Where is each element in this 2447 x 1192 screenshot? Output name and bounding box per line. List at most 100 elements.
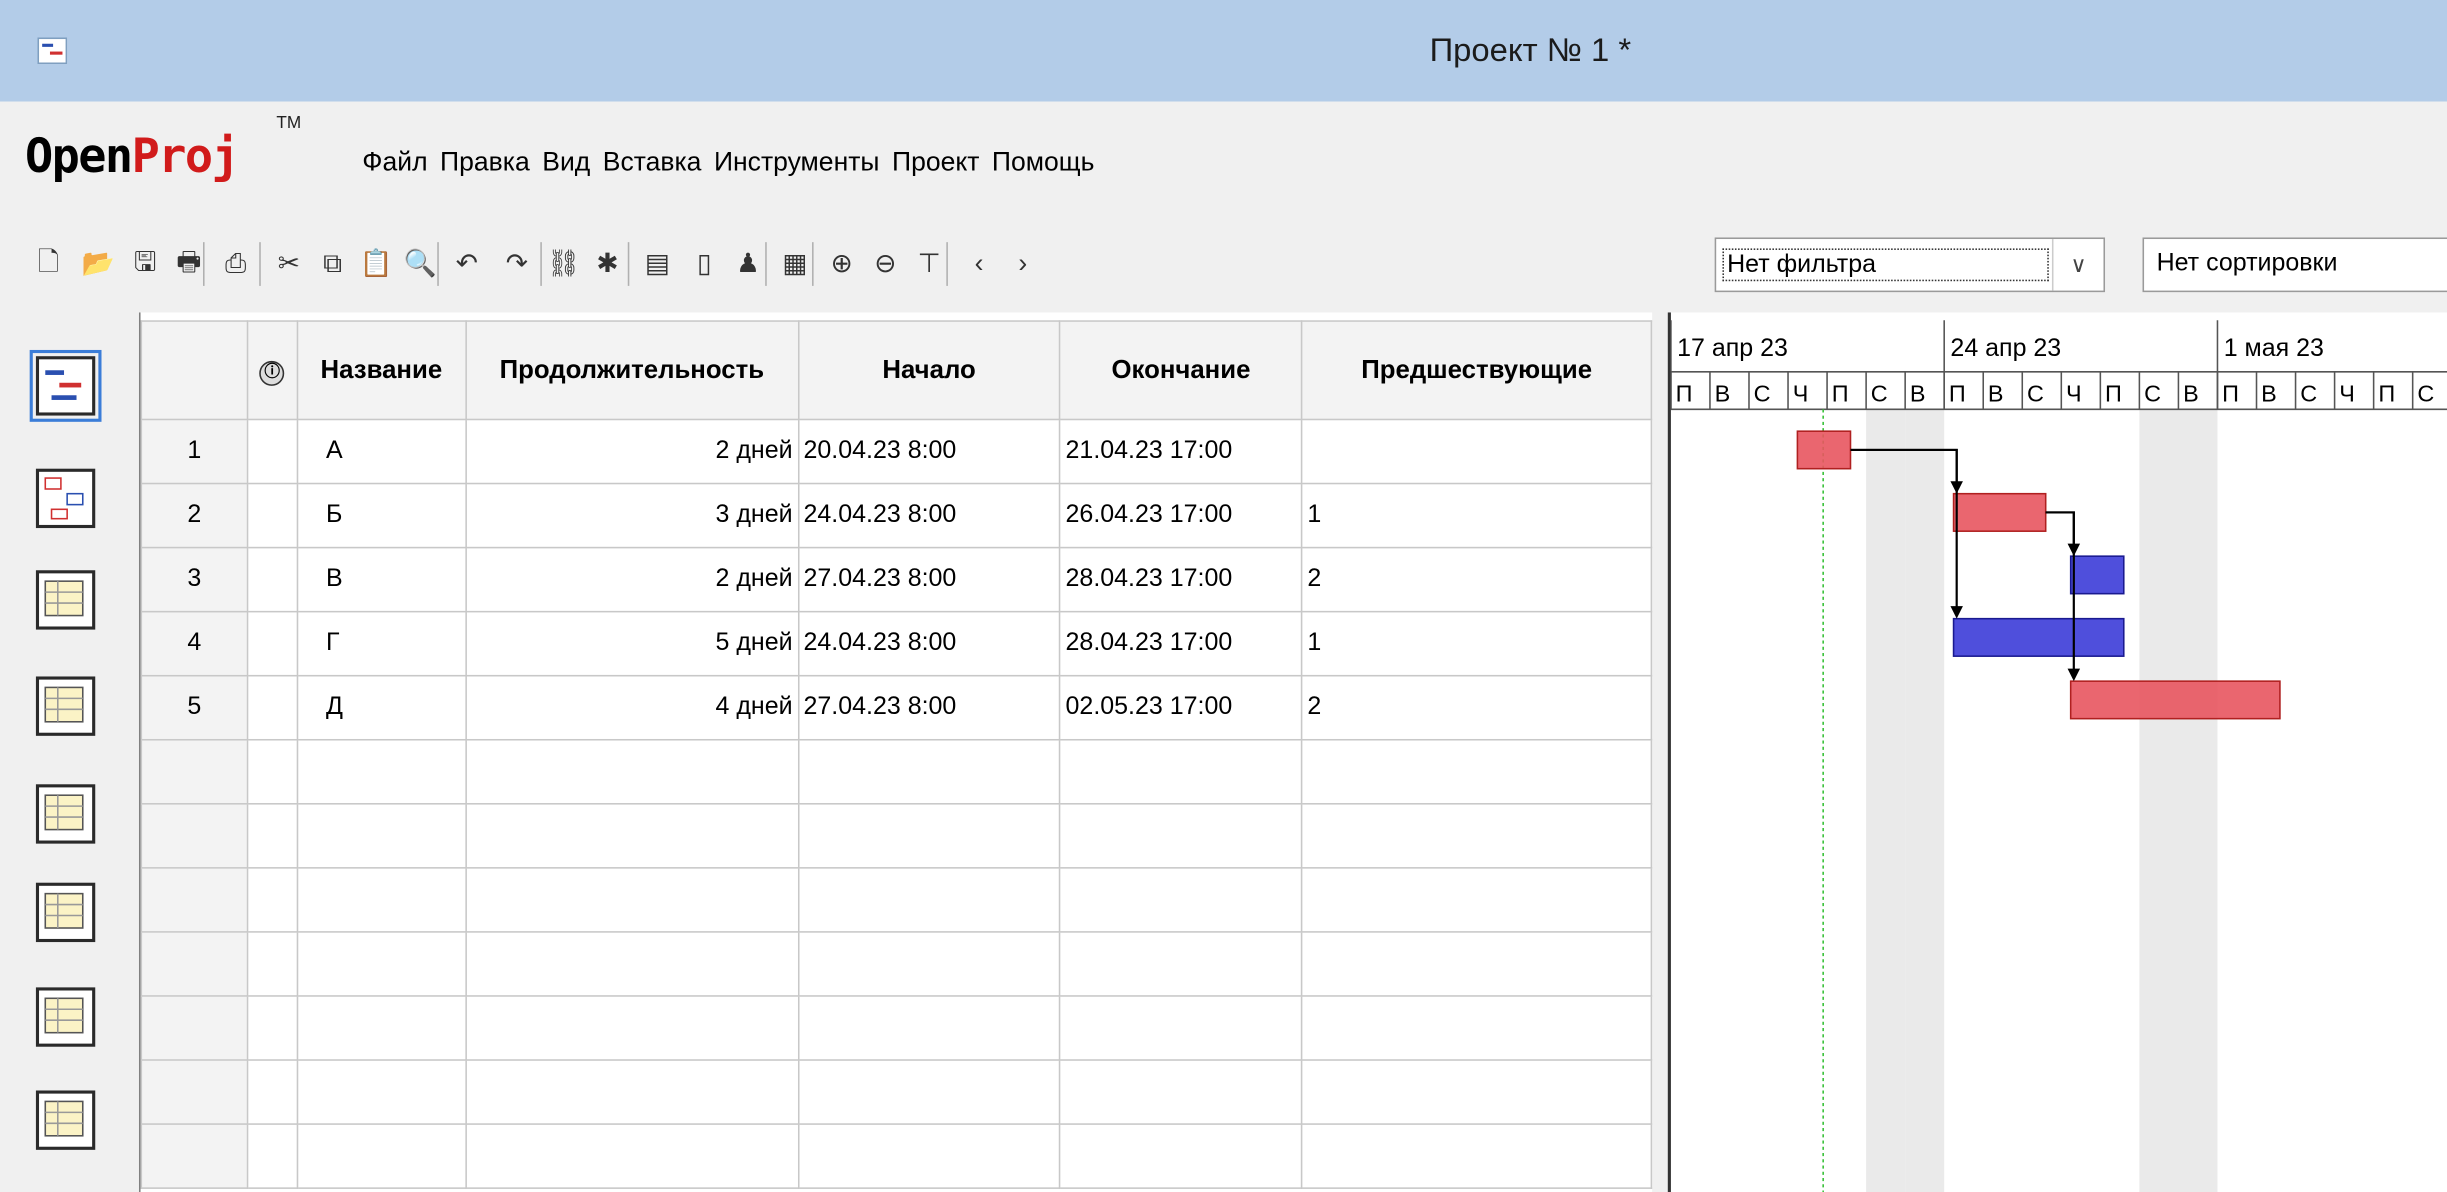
new-document-icon[interactable]: 🗋 bbox=[31, 245, 65, 282]
start-cell[interactable] bbox=[797, 867, 1061, 933]
row-number-cell[interactable] bbox=[140, 995, 249, 1061]
task-info-icon[interactable]: ▤ bbox=[640, 245, 674, 282]
table-row[interactable] bbox=[140, 995, 1653, 1061]
start-cell[interactable] bbox=[797, 738, 1061, 805]
rbs-view-icon[interactable] bbox=[35, 784, 96, 844]
row-number-cell[interactable]: 1 bbox=[140, 418, 249, 485]
save-icon[interactable]: 🖫 bbox=[128, 245, 162, 282]
duration-cell[interactable] bbox=[464, 931, 799, 997]
indicator-cell[interactable] bbox=[246, 867, 298, 933]
row-number-cell[interactable] bbox=[140, 803, 249, 869]
predecessors-cell[interactable] bbox=[1301, 418, 1653, 485]
start-header[interactable]: Начало bbox=[797, 320, 1061, 421]
scroll-left-icon[interactable]: ‹ bbox=[962, 245, 996, 282]
network-view-icon[interactable] bbox=[35, 468, 96, 529]
predecessors-cell[interactable] bbox=[1301, 1059, 1653, 1125]
menu-item-0[interactable]: Файл bbox=[362, 147, 427, 178]
menu-item-1[interactable]: Правка bbox=[440, 147, 530, 178]
task-name-cell[interactable]: Б bbox=[296, 482, 467, 549]
indicator-cell[interactable] bbox=[246, 482, 298, 549]
finish-header[interactable]: Окончание bbox=[1059, 320, 1303, 421]
task-name-cell[interactable] bbox=[296, 738, 467, 805]
menu-item-6[interactable]: Помощь bbox=[992, 147, 1095, 178]
duration-cell[interactable] bbox=[464, 803, 799, 869]
assign-resource-icon[interactable]: ♟ bbox=[731, 245, 765, 282]
menu-item-2[interactable]: Вид bbox=[542, 147, 590, 178]
finish-cell[interactable]: 21.04.23 17:00 bbox=[1059, 418, 1303, 485]
finish-cell[interactable] bbox=[1059, 931, 1303, 997]
task-name-cell[interactable] bbox=[296, 867, 467, 933]
predecessors-cell[interactable] bbox=[1301, 738, 1653, 805]
chevron-down-icon[interactable]: ∨ bbox=[2051, 239, 2104, 291]
menu-item-4[interactable]: Инструменты bbox=[714, 147, 880, 178]
duration-cell[interactable]: 2 дней bbox=[464, 546, 799, 613]
finish-cell[interactable]: 26.04.23 17:00 bbox=[1059, 482, 1303, 549]
start-cell[interactable]: 20.04.23 8:00 bbox=[797, 418, 1061, 485]
cut-icon[interactable]: ✂ bbox=[272, 245, 306, 282]
start-cell[interactable] bbox=[797, 803, 1061, 869]
start-cell[interactable]: 24.04.23 8:00 bbox=[797, 482, 1061, 549]
table-row[interactable]: 4Г5 дней 24.04.23 8:00 28.04.23 17:00 1 bbox=[140, 610, 1653, 677]
duration-cell[interactable] bbox=[464, 738, 799, 805]
unlink-icon[interactable]: ✱ bbox=[590, 245, 624, 282]
resource-usage-icon[interactable] bbox=[35, 1090, 96, 1150]
indicator-cell[interactable] bbox=[246, 674, 298, 741]
row-number-cell[interactable] bbox=[140, 931, 249, 997]
find-icon[interactable]: 🔍 bbox=[403, 245, 437, 282]
start-cell[interactable] bbox=[797, 931, 1061, 997]
table-row[interactable]: 3В2 дней 27.04.23 8:00 28.04.23 17:00 2 bbox=[140, 546, 1653, 613]
start-cell[interactable]: 27.04.23 8:00 bbox=[797, 674, 1061, 741]
calendar-icon[interactable]: ▦ bbox=[778, 245, 812, 282]
predecessors-cell[interactable] bbox=[1301, 803, 1653, 869]
menu-item-5[interactable]: Проект bbox=[892, 147, 979, 178]
duration-cell[interactable] bbox=[464, 867, 799, 933]
indicator-cell[interactable] bbox=[246, 546, 298, 613]
finish-cell[interactable]: 28.04.23 17:00 bbox=[1059, 546, 1303, 613]
print-icon[interactable]: 🖶 bbox=[172, 245, 206, 282]
indicator-cell[interactable] bbox=[246, 738, 298, 805]
finish-cell[interactable] bbox=[1059, 1059, 1303, 1125]
paste-icon[interactable]: 📋 bbox=[359, 245, 393, 282]
predecessors-cell[interactable]: 1 bbox=[1301, 482, 1653, 549]
filter-select[interactable]: Нет фильтра ∨ bbox=[1714, 237, 2106, 293]
start-cell[interactable] bbox=[797, 995, 1061, 1061]
row-number-cell[interactable] bbox=[140, 867, 249, 933]
sort-select[interactable]: Нет сортировки bbox=[2142, 237, 2447, 293]
report-view-icon[interactable] bbox=[35, 882, 96, 943]
row-number-cell[interactable]: 3 bbox=[140, 546, 249, 613]
predecessors-cell[interactable]: 2 bbox=[1301, 674, 1653, 741]
redo-icon[interactable]: ↷ bbox=[500, 245, 534, 282]
predecessors-cell[interactable]: 2 bbox=[1301, 546, 1653, 613]
start-cell[interactable] bbox=[797, 1059, 1061, 1125]
finish-cell[interactable] bbox=[1059, 867, 1303, 933]
table-row[interactable] bbox=[140, 931, 1653, 997]
finish-cell[interactable] bbox=[1059, 995, 1303, 1061]
task-name-cell[interactable] bbox=[296, 1123, 467, 1189]
finish-cell[interactable] bbox=[1059, 1123, 1303, 1189]
table-row[interactable] bbox=[140, 738, 1653, 805]
open-folder-icon[interactable]: 📂 bbox=[81, 245, 115, 282]
duration-cell[interactable] bbox=[464, 995, 799, 1061]
zoom-in-icon[interactable]: ⊕ bbox=[825, 245, 859, 282]
row-number-cell[interactable]: 2 bbox=[140, 482, 249, 549]
print-preview-icon[interactable]: ⎙ bbox=[219, 245, 253, 282]
copy-icon[interactable]: ⧉ bbox=[315, 245, 349, 282]
row-number-cell[interactable]: 4 bbox=[140, 610, 249, 677]
task-name-cell[interactable]: Д bbox=[296, 674, 467, 741]
row-number-cell[interactable]: 5 bbox=[140, 674, 249, 741]
zoom-out-icon[interactable]: ⊖ bbox=[868, 245, 902, 282]
task-name-cell[interactable] bbox=[296, 803, 467, 869]
duration-cell[interactable]: 3 дней bbox=[464, 482, 799, 549]
start-cell[interactable]: 24.04.23 8:00 bbox=[797, 610, 1061, 677]
scroll-right-icon[interactable]: › bbox=[1006, 245, 1040, 282]
task-name-cell[interactable]: Г bbox=[296, 610, 467, 677]
task-name-cell[interactable] bbox=[296, 931, 467, 997]
table-row[interactable]: 1А2 дней 20.04.23 8:00 21.04.23 17:00 bbox=[140, 418, 1653, 485]
indicator-cell[interactable] bbox=[246, 1059, 298, 1125]
wbs-view-icon[interactable] bbox=[35, 676, 96, 736]
filter-icon[interactable]: ⊤ bbox=[912, 245, 946, 282]
indicator-cell[interactable] bbox=[246, 931, 298, 997]
finish-cell[interactable]: 28.04.23 17:00 bbox=[1059, 610, 1303, 677]
predecessors-header[interactable]: Предшествующие bbox=[1301, 320, 1653, 421]
name-header[interactable]: Название bbox=[296, 320, 467, 421]
